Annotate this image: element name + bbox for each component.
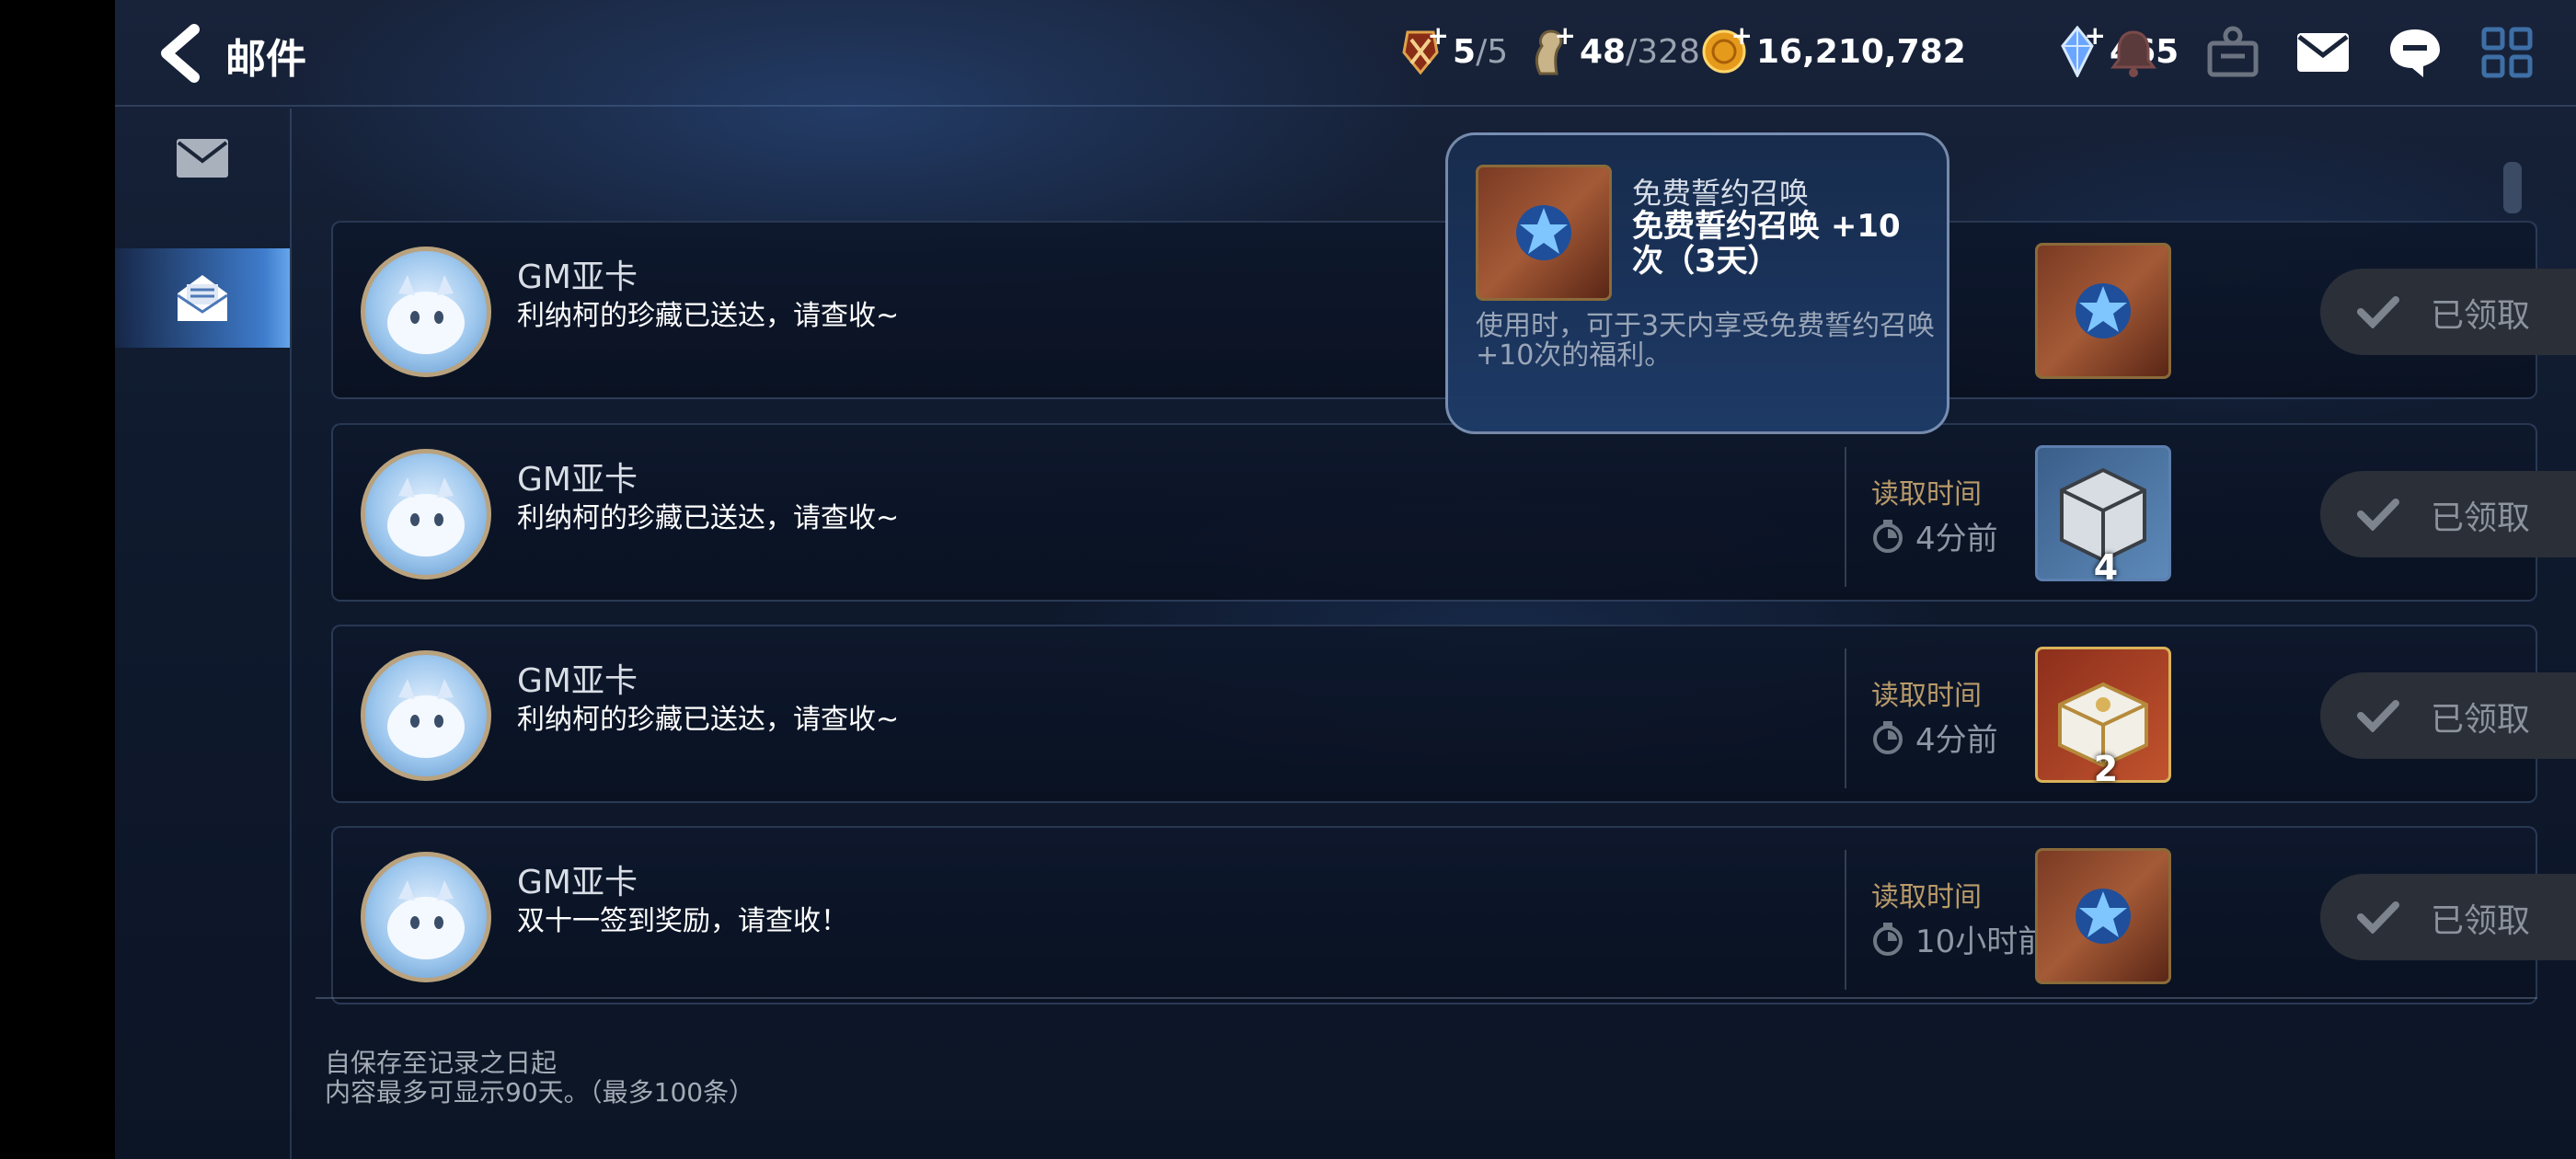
chat-icon[interactable] bbox=[2386, 24, 2444, 81]
tooltip-item-title: 免费誓约召唤 +10次（3天） bbox=[1632, 208, 1901, 280]
resource-gold[interactable]: + 16,210,782 bbox=[1699, 20, 1966, 81]
read-time: 4分前 bbox=[1871, 513, 1998, 558]
mail-subject: 双十一签到奖励，请查收！ bbox=[517, 905, 848, 937]
avatar bbox=[361, 449, 491, 580]
crystal-gem-icon: + bbox=[2053, 20, 2106, 79]
mail-item[interactable]: GM亚卡 利纳柯的珍藏已送达，请查收~ 读取时间 4分前 2 已领取 bbox=[331, 625, 2576, 803]
scrollbar[interactable] bbox=[2503, 162, 2522, 213]
reward-count: 2 bbox=[2093, 749, 2119, 789]
summon-book-icon bbox=[1476, 165, 1612, 301]
retention-note: 自保存至记录之日起 内容最多可显示90天。（最多100条） bbox=[325, 1048, 755, 1107]
checkmark-icon bbox=[2357, 296, 2399, 328]
resource-stamina[interactable]: + 5 /5 bbox=[1396, 20, 1508, 81]
checkmark-icon bbox=[2357, 700, 2399, 732]
mail-item[interactable]: GM亚卡 双十一签到奖励，请查收！ 读取时间 10小时前 已领取 bbox=[331, 826, 2576, 1004]
read-time: 10小时前 bbox=[1871, 916, 2049, 961]
claimed-label: 已领取 bbox=[2431, 297, 2531, 335]
mail-item[interactable]: GM亚卡 利纳柯的珍藏已送达，请查收~ 读取时间 4分前 4 已领取 bbox=[331, 423, 2576, 602]
read-time-label: 读取时间 bbox=[1871, 680, 1982, 712]
mail-subject: 利纳柯的珍藏已送达，请查收~ bbox=[517, 704, 900, 736]
top-bar: 邮件 + 5 /5 + 48 /328 + 16,210,782 + bbox=[115, 0, 2576, 107]
tooltip-description: 使用时，可于3天内享受免费誓约召唤+10次的福利。 bbox=[1476, 310, 1936, 372]
mail-screen: 邮件 + 5 /5 + 48 /328 + 16,210,782 + GM亚卡 … bbox=[115, 0, 2576, 1159]
chevron-left-icon bbox=[161, 24, 200, 83]
tab-inbox[interactable] bbox=[115, 109, 290, 208]
mail-sender: GM亚卡 bbox=[517, 461, 638, 499]
checkmark-icon bbox=[2357, 499, 2399, 531]
divider bbox=[1845, 648, 1846, 788]
read-time: 4分前 bbox=[1871, 715, 1998, 760]
sidebar bbox=[115, 109, 292, 1159]
reward-chest[interactable]: 2 bbox=[2035, 647, 2171, 789]
claimed-label: 已领取 bbox=[2431, 701, 2531, 739]
avatar bbox=[361, 247, 491, 377]
reward-summon-book[interactable] bbox=[2035, 848, 2171, 984]
tab-read-mail[interactable] bbox=[115, 248, 290, 348]
avatar bbox=[361, 852, 491, 982]
gold-coin-icon: + bbox=[1699, 20, 1753, 79]
horse-stamina-icon: + bbox=[1523, 20, 1576, 79]
back-button[interactable] bbox=[148, 20, 213, 86]
page-title: 邮件 bbox=[225, 36, 306, 83]
timer-icon bbox=[1873, 519, 1903, 553]
divider bbox=[1845, 447, 1846, 587]
list-divider bbox=[316, 997, 2537, 999]
resource-horse[interactable]: + 48 /328 bbox=[1523, 20, 1700, 81]
reward-count: 4 bbox=[2093, 547, 2119, 588]
avatar bbox=[361, 650, 491, 781]
read-time-label: 读取时间 bbox=[1871, 478, 1982, 511]
claimed-button[interactable]: 已领取 bbox=[2320, 672, 2576, 759]
mail-subject: 利纳柯的珍藏已送达，请查收~ bbox=[517, 300, 900, 332]
read-time-label: 读取时间 bbox=[1871, 881, 1982, 913]
timer-icon bbox=[1873, 922, 1903, 956]
mail-item[interactable]: GM亚卡 利纳柯的珍藏已送达，请查收~ 已领取 bbox=[331, 221, 2576, 399]
bell-icon[interactable] bbox=[2104, 24, 2163, 81]
claimed-button[interactable]: 已领取 bbox=[2320, 471, 2576, 557]
item-tooltip: 免费誓约召唤 免费誓约召唤 +10次（3天） 使用时，可于3天内享受免费誓约召唤… bbox=[1445, 132, 1949, 434]
timer-icon bbox=[1873, 720, 1903, 754]
tooltip-item-name: 免费誓约召唤 bbox=[1632, 176, 1810, 211]
claimed-button[interactable]: 已领取 bbox=[2320, 874, 2576, 960]
claimed-label: 已领取 bbox=[2431, 499, 2531, 537]
reward-cube[interactable]: 4 bbox=[2035, 445, 2171, 588]
menu-grid-icon[interactable] bbox=[2478, 24, 2536, 81]
claimed-label: 已领取 bbox=[2431, 902, 2531, 940]
guild-icon[interactable] bbox=[2203, 24, 2262, 81]
divider bbox=[1845, 850, 1846, 990]
mail-sender: GM亚卡 bbox=[517, 258, 638, 296]
mail-sender: GM亚卡 bbox=[517, 662, 638, 700]
mail-subject: 利纳柯的珍藏已送达，请查收~ bbox=[517, 502, 900, 534]
envelope-icon bbox=[177, 139, 228, 178]
reward-summon-book[interactable] bbox=[2035, 243, 2171, 379]
checkmark-icon bbox=[2357, 901, 2399, 934]
mail-sender: GM亚卡 bbox=[517, 864, 638, 901]
stamina-sword-icon: + bbox=[1396, 20, 1449, 79]
mail-icon[interactable] bbox=[2294, 24, 2352, 81]
claimed-button[interactable]: 已领取 bbox=[2320, 269, 2576, 355]
open-envelope-icon bbox=[177, 275, 228, 321]
